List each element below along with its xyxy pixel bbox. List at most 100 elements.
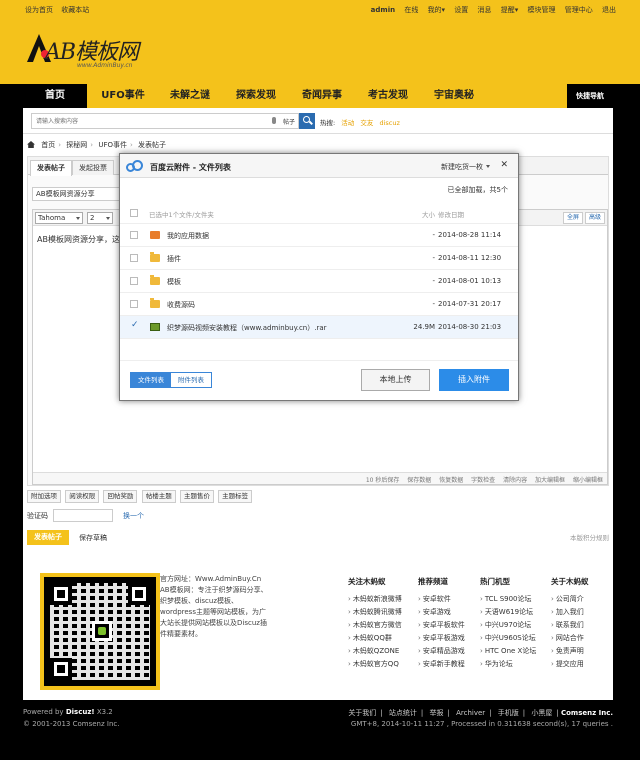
footer-link[interactable]: 安卓平板游戏 [418, 632, 465, 645]
search-input[interactable] [32, 114, 262, 128]
font-select[interactable]: Tahoma [35, 212, 83, 224]
stats-link[interactable]: 站点统计 [389, 709, 417, 717]
nav-ufo[interactable]: UFO事件 [89, 84, 157, 108]
select-all-checkbox[interactable] [130, 209, 138, 217]
restore-data-link[interactable]: 恢复数据 [439, 477, 463, 484]
about-link[interactable]: 关于我们 [348, 709, 376, 717]
hot-keyword[interactable]: 活动 [341, 119, 354, 127]
module-manage-link[interactable]: 模块管理 [528, 6, 556, 14]
footer-link[interactable]: 提交应用 [551, 658, 589, 671]
footer-link[interactable]: 安卓新手教程 [418, 658, 465, 671]
nav-explore[interactable]: 探索发现 [223, 84, 289, 108]
footer-link[interactable]: 木蚂蚁官方QQ [348, 658, 402, 671]
hot-keyword[interactable]: discuz [379, 119, 399, 127]
footer-link[interactable]: 联系我们 [551, 619, 589, 632]
local-upload-button[interactable]: 本地上传 [361, 369, 430, 391]
row-checkbox[interactable] [130, 231, 138, 239]
archiver-link[interactable]: Archiver [456, 709, 485, 717]
row-checkbox[interactable] [130, 254, 138, 262]
option-floor[interactable]: 帖楼主题 [141, 490, 176, 503]
footer-link[interactable]: 中兴U970论坛 [480, 619, 536, 632]
shrink-editor-link[interactable]: 缩小编辑框 [573, 477, 603, 484]
set-homepage-link[interactable]: 设为首页 [25, 6, 53, 14]
settings-link[interactable]: 设置 [454, 6, 468, 14]
footer-link[interactable]: 安卓游戏 [418, 606, 465, 619]
footer-link[interactable]: 免责声明 [551, 645, 589, 658]
footer-link[interactable]: 木蚂蚁官方微信 [348, 619, 402, 632]
breadcrumb-item[interactable]: 首页 [41, 141, 55, 149]
discuz-link[interactable]: Discuz! [66, 708, 95, 716]
advanced-button[interactable]: 高级 [584, 212, 605, 224]
site-logo[interactable]: AB模板网 www.AdminBuy.cn [25, 32, 165, 78]
option-price[interactable]: 主题售价 [179, 490, 214, 503]
editor-content[interactable]: AB模板网资源分享，这里 [37, 234, 128, 245]
footer-link[interactable]: 网站合作 [551, 632, 589, 645]
file-row[interactable]: 模板 - 2014-08-01 10:13 [120, 270, 518, 293]
messages-link[interactable]: 消息 [478, 6, 492, 14]
microphone-icon[interactable] [272, 117, 276, 124]
search-type-select[interactable]: 帖子 [283, 117, 295, 126]
close-icon[interactable]: ✕ [500, 160, 508, 170]
option-tags[interactable]: 主题标签 [218, 490, 253, 503]
tab-new-poll[interactable]: 发起投票 [72, 160, 114, 175]
admin-center-link[interactable]: 管理中心 [565, 6, 593, 14]
credit-rules-link[interactable]: 本版积分规则 [570, 532, 609, 542]
home-icon[interactable] [27, 141, 35, 148]
footer-link[interactable]: 中兴U960S论坛 [480, 632, 536, 645]
quick-nav-button[interactable]: 快捷导航 [567, 84, 613, 108]
save-draft-button[interactable]: 保存草稿 [79, 533, 107, 543]
footer-link[interactable]: 安卓精品游戏 [418, 645, 465, 658]
clear-content-link[interactable]: 清除内容 [503, 477, 527, 484]
row-checkbox[interactable] [130, 300, 138, 308]
nav-archaeology[interactable]: 考古发现 [355, 84, 421, 108]
footer-link[interactable]: 木蚂蚁新浪微博 [348, 593, 402, 606]
file-row[interactable]: 我的应用数据 - 2014-08-28 11:14 [120, 224, 518, 247]
notifications-menu[interactable]: 提醒▾ [501, 6, 519, 14]
online-link[interactable]: 在线 [404, 6, 418, 14]
insert-attachment-button[interactable]: 插入附件 [439, 369, 509, 391]
file-row-selected[interactable]: ✓ 织梦源码视频安装教程（www.adminbuy.cn）.rar 24.9M … [120, 316, 518, 339]
word-check-link[interactable]: 字数检查 [471, 477, 495, 484]
fullscreen-button[interactable]: 全屏 [562, 212, 583, 224]
footer-link[interactable]: 公司简介 [551, 593, 589, 606]
nav-strange[interactable]: 奇闻异事 [289, 84, 355, 108]
search-button[interactable] [299, 113, 315, 129]
save-data-link[interactable]: 保存数据 [407, 477, 431, 484]
font-size-select[interactable]: 2 [87, 212, 113, 224]
footer-link[interactable]: 木蚂蚁QZONE [348, 645, 402, 658]
footer-link[interactable]: 安卓平板软件 [418, 619, 465, 632]
option-reply-reward[interactable]: 回帖奖励 [103, 490, 138, 503]
report-link[interactable]: 举报 [430, 709, 444, 717]
tab-new-post[interactable]: 发表帖子 [30, 160, 72, 176]
footer-link[interactable]: 天语W619论坛 [480, 606, 536, 619]
captcha-input[interactable] [53, 509, 113, 522]
option-read-perm[interactable]: 阅读权限 [65, 490, 100, 503]
bookmark-link[interactable]: 收藏本站 [61, 6, 89, 14]
nav-universe[interactable]: 宇宙奥秘 [421, 84, 487, 108]
footer-link[interactable]: 木蚂蚁腾讯微博 [348, 606, 402, 619]
mobile-link[interactable]: 手机版 [498, 709, 519, 717]
checkmark-icon[interactable]: ✓ [131, 320, 139, 330]
breadcrumb-item[interactable]: 探秘网 [66, 141, 87, 149]
file-row[interactable]: 收费源码 - 2014-07-31 20:17 [120, 293, 518, 316]
footer-link[interactable]: 安卓软件 [418, 593, 465, 606]
logout-link[interactable]: 退出 [602, 6, 616, 14]
nav-mysteries[interactable]: 未解之谜 [157, 84, 223, 108]
submit-post-button[interactable]: 发表帖子 [27, 530, 69, 545]
captcha-refresh-link[interactable]: 换一个 [123, 511, 144, 521]
nav-home[interactable]: 首页 [23, 84, 87, 108]
footer-link[interactable]: 加入我们 [551, 606, 589, 619]
file-row[interactable]: 插件 - 2014-08-11 12:30 [120, 247, 518, 270]
footer-link[interactable]: HTC One X论坛 [480, 645, 537, 658]
hot-keyword[interactable]: 交友 [360, 119, 373, 127]
blacklist-link[interactable]: 小黑屋 [531, 709, 552, 717]
account-dropdown[interactable]: 新建吃货一枚 [441, 162, 490, 172]
breadcrumb-item[interactable]: UFO事件 [98, 141, 127, 149]
footer-link[interactable]: 华为论坛 [480, 658, 536, 671]
footer-link[interactable]: TCL S900论坛 [480, 593, 536, 606]
tab-file-list[interactable]: 文件列表 [131, 373, 171, 387]
my-menu[interactable]: 我的▾ [428, 6, 446, 14]
username-link[interactable]: admin [371, 6, 395, 14]
footer-link[interactable]: 木蚂蚁QQ群 [348, 632, 402, 645]
enlarge-editor-link[interactable]: 加大编辑框 [535, 477, 565, 484]
